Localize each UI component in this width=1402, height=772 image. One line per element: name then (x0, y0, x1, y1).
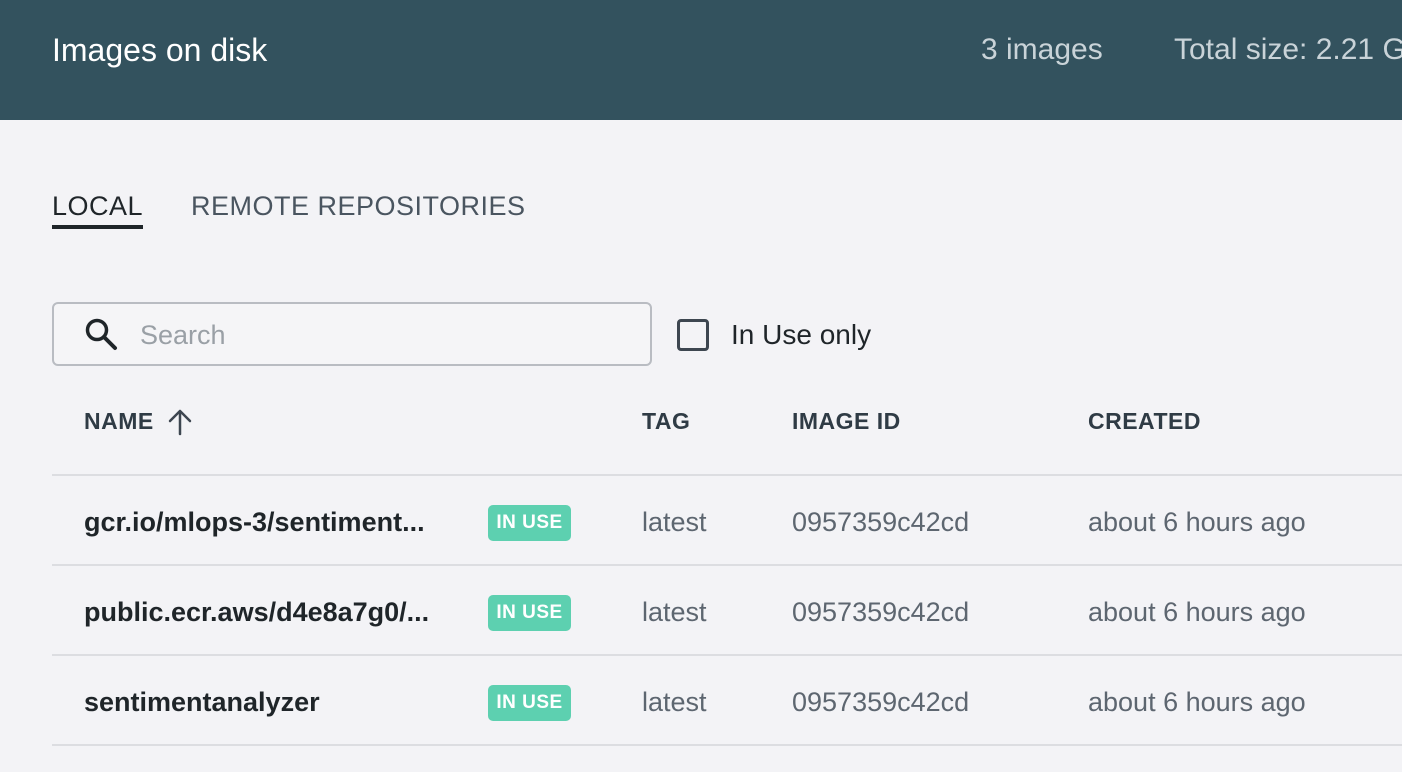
row-divider (52, 654, 1402, 656)
in-use-badge: IN USE (488, 595, 571, 631)
header-bar: Images on disk 3 images Total size: 2.21… (0, 0, 1402, 120)
image-id: 0957359c42cd (792, 507, 970, 537)
in-use-only-label[interactable]: In Use only (731, 316, 871, 354)
search-input[interactable] (138, 314, 632, 356)
image-created: about 6 hours ago (1088, 597, 1306, 627)
image-tag: latest (642, 687, 707, 717)
table-header-divider (52, 474, 1402, 476)
image-created: about 6 hours ago (1088, 507, 1306, 537)
tab-local[interactable]: LOCAL (52, 188, 144, 229)
column-header-tag[interactable]: TAG (642, 404, 690, 438)
in-use-only-checkbox[interactable] (677, 319, 709, 351)
image-created: about 6 hours ago (1088, 687, 1306, 717)
image-name: gcr.io/mlops-3/sentiment... (84, 507, 425, 537)
image-name: sentimentanalyzer (84, 687, 320, 717)
column-header-created[interactable]: CREATED (1088, 404, 1201, 438)
image-id: 0957359c42cd (792, 597, 970, 627)
image-name: public.ecr.aws/d4e8a7g0/... (84, 597, 430, 627)
row-divider (52, 744, 1402, 746)
column-header-name[interactable]: NAME (84, 404, 154, 438)
image-tag: latest (642, 597, 707, 627)
image-count: 3 images (981, 33, 1103, 66)
tab-remote-repositories[interactable]: REMOTE REPOSITORIES (191, 188, 526, 224)
page-title: Images on disk (52, 32, 268, 68)
arrow-up-icon[interactable] (166, 408, 194, 436)
row-divider (52, 564, 1402, 566)
search-box[interactable] (52, 302, 652, 366)
image-tag: latest (642, 507, 707, 537)
image-id: 0957359c42cd (792, 687, 970, 717)
search-icon (85, 318, 117, 350)
in-use-badge: IN USE (488, 685, 571, 721)
in-use-badge: IN USE (488, 505, 571, 541)
total-size: Total size: 2.21 G (1174, 33, 1402, 66)
column-header-image-id[interactable]: IMAGE ID (792, 404, 901, 438)
